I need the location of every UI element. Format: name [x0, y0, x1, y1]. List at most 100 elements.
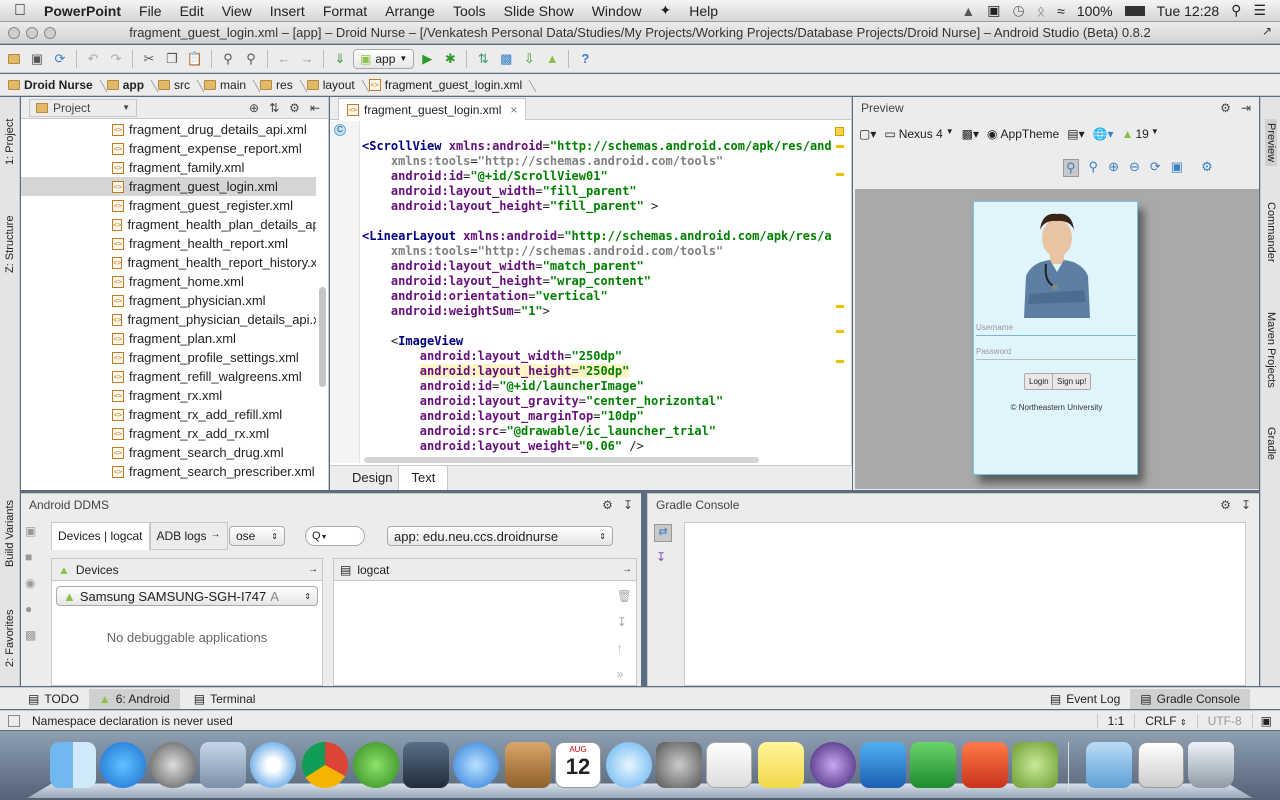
sync-icon[interactable]: ⟳ — [50, 49, 70, 69]
help-icon[interactable]: ? — [575, 49, 595, 69]
line-separator[interactable]: CRLF ⇕ — [1134, 713, 1196, 728]
gear-icon[interactable]: ⚙ — [602, 498, 613, 512]
breadcrumb-app[interactable]: app — [106, 78, 158, 92]
menu-help[interactable]: Help — [680, 3, 727, 19]
tree-file-item[interactable]: <> fragment_plan.xml — [21, 329, 316, 348]
menu-file[interactable]: File — [130, 3, 171, 19]
dot-icon[interactable]: ● — [25, 602, 43, 616]
trash-icon[interactable]: 🗑 — [617, 589, 632, 603]
make-project-icon[interactable]: ⇓ — [330, 49, 350, 69]
tree-file-item[interactable]: <> fragment_search_drug.xml — [21, 443, 316, 462]
caret-position[interactable]: 1:1 — [1096, 713, 1135, 728]
sdk-manager-icon[interactable]: ⇩ — [519, 49, 539, 69]
menu-edit[interactable]: Edit — [171, 3, 213, 19]
copy-icon[interactable]: ❐ — [162, 49, 182, 69]
tab-gradle[interactable]: Gradle — [1265, 427, 1277, 460]
applications-folder-icon[interactable] — [1086, 742, 1132, 788]
warning-marker[interactable] — [835, 127, 844, 136]
android-studio-icon[interactable] — [1012, 742, 1058, 788]
run-icon[interactable]: ▶ — [417, 49, 437, 69]
bluetooth-icon[interactable]: ᛟ — [1037, 3, 1045, 19]
menu-slide-show[interactable]: Slide Show — [495, 3, 583, 19]
signup-button[interactable]: Sign up! — [1052, 373, 1092, 390]
tree-file-item[interactable]: <> fragment_health_report.xml — [21, 234, 316, 253]
clock[interactable]: Tue 12:28 — [1157, 3, 1220, 19]
tab-event-log[interactable]: ▤ Event Log — [1040, 692, 1130, 706]
tree-file-item[interactable]: <> fragment_physician_details_api.x — [21, 310, 316, 329]
gear-icon[interactable]: ⚙ — [1220, 498, 1231, 512]
breadcrumb-file[interactable]: <> fragment_guest_login.xml — [368, 78, 536, 92]
refresh-icon[interactable]: ⟳ — [1150, 159, 1161, 177]
apple-icon[interactable]:  — [0, 2, 35, 20]
scroll-end-icon[interactable]: ↧ — [617, 615, 632, 629]
breadcrumb-project[interactable]: Droid Nurse — [8, 78, 107, 92]
tree-file-item[interactable]: <> fragment_expense_report.xml — [21, 139, 316, 158]
device-select[interactable]: ▭ Nexus 4 ▼ — [884, 127, 953, 141]
code-editor[interactable]: <ScrollView xmlns:android="http://schema… — [362, 124, 832, 464]
back-icon[interactable]: ← — [274, 49, 294, 69]
trash-icon[interactable] — [1188, 742, 1234, 788]
undo-icon[interactable]: ↶ — [83, 49, 103, 69]
encoding[interactable]: UTF-8 — [1196, 713, 1252, 728]
tree-file-item[interactable]: <> fragment_profile_settings.xml — [21, 348, 316, 367]
spotlight-icon[interactable]: ⚲ — [1231, 2, 1241, 19]
tree-file-item[interactable]: <> fragment_rx_add_refill.xml — [21, 405, 316, 424]
horizontal-scrollbar[interactable] — [364, 457, 759, 463]
menu-insert[interactable]: Insert — [261, 3, 314, 19]
zoom-in-icon[interactable]: ⊕ — [1108, 159, 1119, 177]
tree-file-item[interactable]: <> fragment_rx_add_rx.xml — [21, 424, 316, 443]
close-window-button[interactable] — [8, 27, 20, 39]
zoom-window-button[interactable] — [44, 27, 56, 39]
textedit-icon[interactable] — [706, 742, 752, 788]
lock-icon[interactable]: ▣ — [1251, 713, 1280, 728]
zoom-out-icon[interactable]: ⊖ — [1129, 159, 1140, 177]
gradle-sync-icon[interactable]: ⇅ — [473, 49, 493, 69]
target-icon[interactable]: ⊕ — [249, 101, 259, 115]
messages-icon[interactable] — [606, 742, 652, 788]
zoom-fit-icon[interactable]: ⚲ — [1063, 159, 1079, 177]
close-tab-icon[interactable]: × — [510, 103, 517, 117]
menu-view[interactable]: View — [213, 3, 261, 19]
zoom-actual-icon[interactable]: ⚲ — [1089, 159, 1099, 177]
screen-record-icon[interactable]: ◉ — [25, 576, 43, 590]
documents-stack-icon[interactable] — [1138, 742, 1184, 788]
tab-todo[interactable]: ▤ TODO — [0, 692, 89, 706]
cut-icon[interactable]: ✂ — [139, 49, 159, 69]
tree-file-item[interactable]: <> fragment_health_report_history.x — [21, 253, 316, 272]
scroll-end-icon[interactable]: ↧ — [656, 550, 666, 564]
wrap-icon[interactable]: ⇄ — [654, 524, 672, 542]
stop-icon[interactable]: ■ — [25, 550, 43, 564]
screen-share-icon[interactable]: ▣ — [987, 2, 1000, 19]
api-select[interactable]: ▲ 19 ▼ — [1122, 127, 1159, 141]
script-icon[interactable]: ✦ — [651, 2, 681, 19]
safari-icon[interactable] — [250, 742, 296, 788]
gear-icon[interactable]: ⚙ — [289, 101, 300, 115]
tab-build-variants[interactable]: Build Variants — [4, 487, 16, 567]
tool-windows-toggle-icon[interactable] — [8, 714, 20, 727]
app-filter-select[interactable]: app: edu.neu.ccs.droidnurse ⇕ — [387, 526, 613, 546]
warning-marker[interactable] — [836, 360, 844, 363]
tree-file-item[interactable]: <> fragment_drug_details_api.xml — [21, 120, 316, 139]
excel-icon[interactable] — [910, 742, 956, 788]
hide-icon[interactable]: ⇤ — [310, 101, 320, 115]
powerpoint-icon[interactable] — [962, 742, 1008, 788]
warning-marker[interactable] — [836, 173, 844, 176]
gear-icon[interactable]: ⚙ — [1220, 101, 1231, 115]
fullscreen-icon[interactable]: ↗ — [1262, 24, 1272, 38]
tab-devices-logcat[interactable]: Devices | logcat — [51, 522, 150, 550]
tree-file-item[interactable]: <> fragment_search_prescriber.xml — [21, 462, 316, 481]
facetime-icon[interactable] — [403, 742, 449, 788]
tree-file-item[interactable]: <> fragment_home.xml — [21, 272, 316, 291]
log-level-select[interactable]: ose ⇕ — [229, 526, 285, 546]
pin-icon[interactable]: → — [622, 564, 632, 575]
menu-app-name[interactable]: PowerPoint — [35, 3, 130, 19]
calendar-icon[interactable]: AUG 12 — [555, 742, 601, 788]
breadcrumb-main[interactable]: main — [204, 78, 260, 92]
debug-icon[interactable]: ✱ — [440, 49, 460, 69]
tab-structure[interactable]: Z: Structure — [4, 193, 16, 273]
tab-favorites[interactable]: 2: Favorites — [4, 597, 16, 667]
launchpad-icon[interactable] — [150, 742, 196, 788]
theme-select[interactable]: ◉ AppTheme — [987, 127, 1059, 141]
system-preferences-icon[interactable] — [656, 742, 702, 788]
up-icon[interactable]: ↑ — [617, 641, 632, 655]
